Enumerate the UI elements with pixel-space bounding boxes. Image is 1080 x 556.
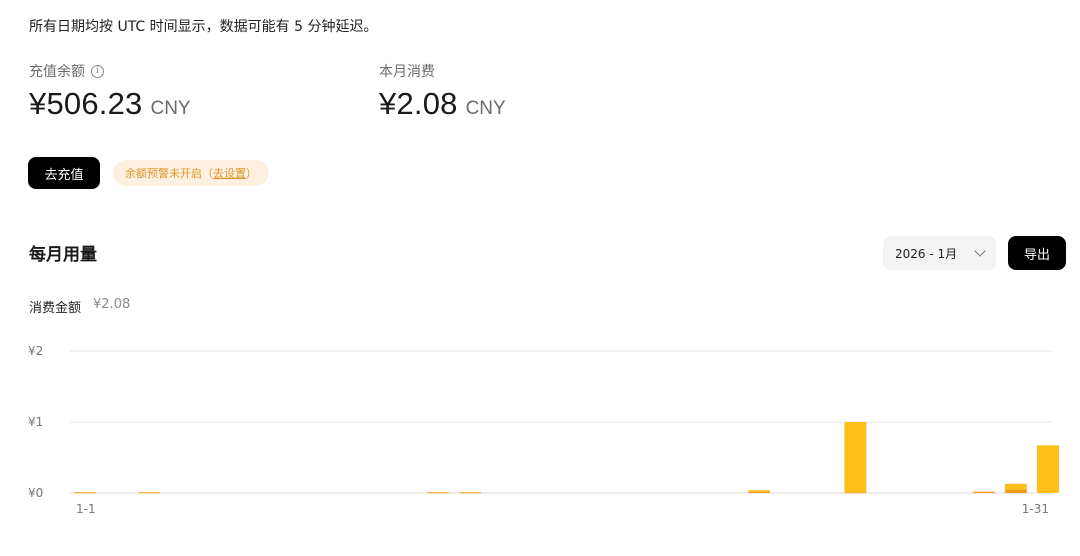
monthly-spend-stat: 本月消费 ¥2.08 CNY <box>379 62 506 122</box>
spend-label: 消费金额 <box>29 301 82 316</box>
monthly-spend-value-row: ¥2.08 CNY <box>379 86 506 122</box>
bar-segment-lower[interactable] <box>138 492 161 494</box>
bar-segment-lower[interactable] <box>427 492 450 494</box>
alert-close-paren: ） <box>246 167 257 180</box>
monthly-spend-label-row: 本月消费 <box>379 62 506 80</box>
y-tick-label: ¥0 <box>28 486 43 500</box>
bar-segment-lower[interactable] <box>74 492 96 494</box>
chevron-down-icon <box>974 245 986 257</box>
balance-label-row: 充值余额 i <box>29 62 191 80</box>
balance-value-row: ¥506.23 CNY <box>29 86 191 122</box>
balance-amount: ¥506.23 <box>29 86 143 121</box>
bar-segment-lower[interactable] <box>748 491 771 493</box>
bar-segment-upper[interactable] <box>1037 445 1059 493</box>
bar-segment-upper[interactable] <box>844 422 867 493</box>
monthly-spend-amount: ¥2.08 <box>379 86 458 121</box>
utc-notice: 所有日期均按 UTC 时间显示，数据可能有 5 分钟延迟。 <box>29 19 378 35</box>
monthly-spend-label: 本月消费 <box>379 64 435 80</box>
month-select[interactable]: 2026 - 1月 <box>883 236 996 270</box>
bar-segment-lower[interactable] <box>459 492 482 494</box>
usage-bar-chart: ¥0 ¥1 ¥2 1-1 1-31 <box>28 344 1059 516</box>
spend-value: ¥2.08 <box>93 297 131 312</box>
monthly-usage-title: 每月用量 <box>29 245 97 265</box>
y-tick-label: ¥1 <box>28 415 43 429</box>
balance-alert-pill: 余额预警未开启（ 去设置） <box>113 160 269 186</box>
month-select-value: 2026 - 1月 <box>895 246 958 261</box>
bar-segment-upper[interactable] <box>748 490 771 492</box>
balance-stat: 充值余额 i ¥506.23 CNY <box>29 62 191 122</box>
balance-label: 充值余额 <box>29 64 85 80</box>
bar-segment-upper[interactable] <box>1004 483 1027 490</box>
alert-text: 余额预警未开启（ <box>125 167 213 180</box>
recharge-button[interactable]: 去充值 <box>28 157 100 189</box>
info-icon[interactable]: i <box>91 64 104 78</box>
alert-settings-link[interactable]: 去设置 <box>213 165 246 181</box>
y-tick-label: ¥2 <box>28 344 43 358</box>
x-tick-label: 1-31 <box>1022 502 1049 516</box>
spend-summary: 消费金额 ¥2.08 <box>29 297 130 316</box>
export-button[interactable]: 导出 <box>1008 236 1066 270</box>
x-tick-label: 1-1 <box>76 502 96 516</box>
monthly-spend-unit: CNY <box>465 98 506 119</box>
balance-unit: CNY <box>150 98 191 119</box>
bar-segment-lower[interactable] <box>972 491 995 493</box>
bar-segment-lower[interactable] <box>1004 489 1027 493</box>
bar-segment-lower[interactable] <box>844 492 867 494</box>
